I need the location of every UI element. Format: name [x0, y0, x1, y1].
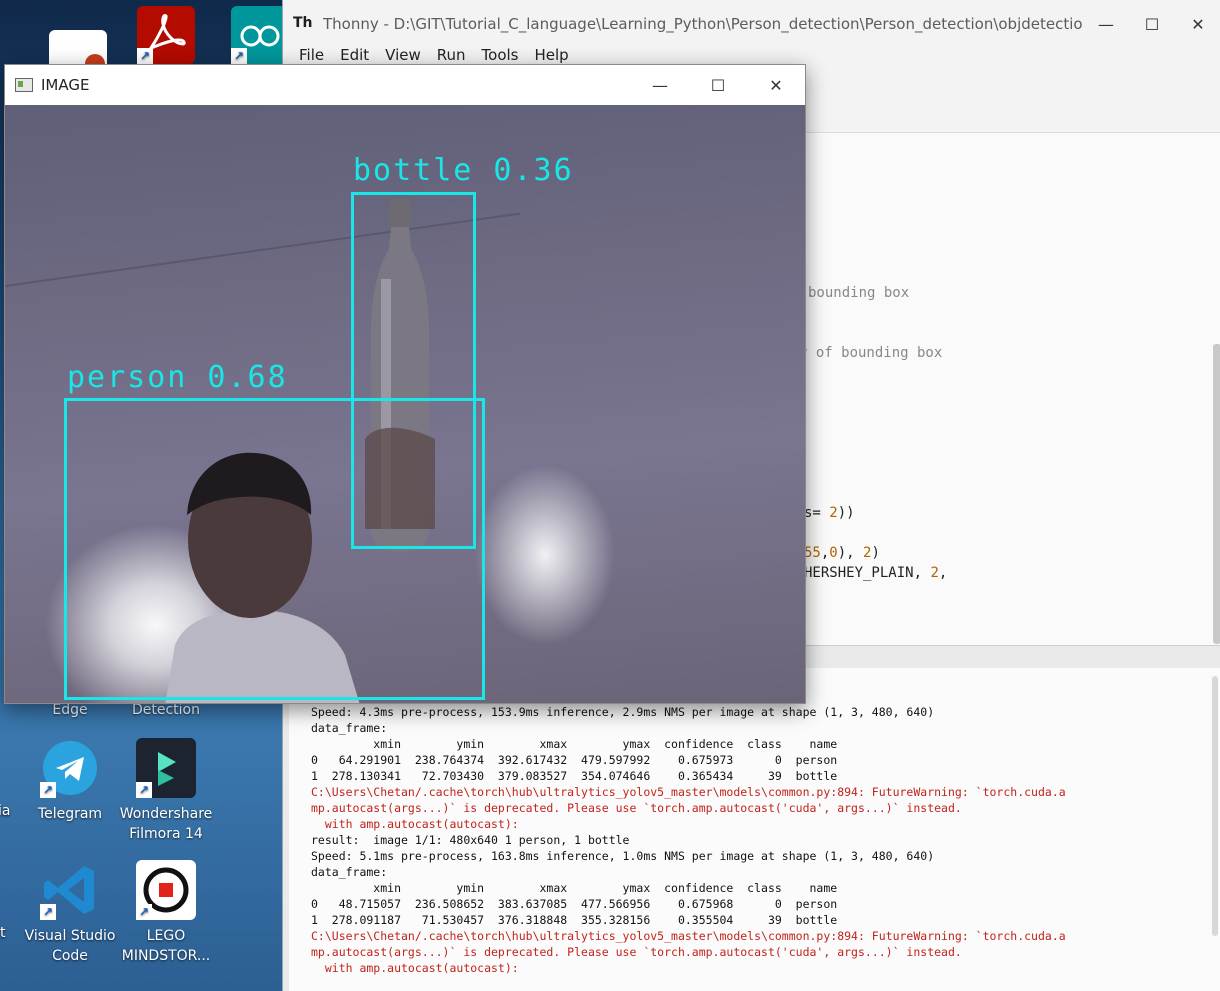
window-controls: — ☐ ✕ [631, 65, 805, 105]
code-number: 55 [804, 545, 821, 561]
menu-bar: File Edit View Run Tools Help [291, 44, 577, 66]
menu-help[interactable]: Help [527, 44, 577, 66]
minimize-button[interactable]: — [1083, 1, 1129, 47]
shell-line: with amp.autocast(autocast): [311, 961, 519, 975]
person-bounding-box [64, 398, 485, 700]
filmora-icon: ↗ [136, 738, 196, 798]
menu-file[interactable]: File [291, 44, 332, 66]
shell-line: 0 64.291901 238.764374 392.617432 479.59… [311, 753, 838, 767]
shortcut-arrow-icon: ↗ [40, 782, 56, 798]
thonny-logo-icon: Th [293, 15, 313, 31]
shell-output: Speed: 4.3ms pre-process, 153.9ms infere… [311, 704, 1066, 976]
window-controls: — ☐ ✕ [1083, 1, 1220, 47]
code-number: 2 [829, 505, 838, 521]
shell-scrollbar[interactable] [1212, 676, 1218, 936]
code-token: HERSHEY_PLAIN, [804, 565, 931, 581]
close-button[interactable]: ✕ [747, 65, 805, 105]
shell-line: 0 48.715057 236.508652 383.637085 477.56… [311, 897, 838, 911]
code-token: ), [837, 545, 864, 561]
editor-scrollbar[interactable] [1213, 344, 1220, 644]
shell-panel[interactable]: Speed: 4.3ms pre-process, 153.9ms infere… [283, 668, 1220, 991]
shortcut-arrow-icon: ↗ [40, 904, 56, 920]
code-line: 55,0), 2) [804, 545, 880, 561]
image-window-title: IMAGE [41, 76, 90, 94]
shortcut-arrow-icon: ↗ [136, 782, 152, 798]
desktop-icon-vscode[interactable]: ↗ Visual Studio Code [22, 860, 118, 966]
menu-tools[interactable]: Tools [474, 44, 527, 66]
shell-line: with amp.autocast(autocast): [311, 817, 519, 831]
shell-line: 1 278.130341 72.703430 379.083527 354.07… [311, 769, 838, 783]
desktop-icon-label: LEGO MINDSTOR... [121, 928, 211, 964]
shell-line: mp.autocast(args...)` is deprecated. Ple… [311, 945, 962, 959]
desktop-edge-label: t [0, 925, 6, 941]
shell-line: C:\Users\Chetan/.cache\torch\hub\ultraly… [311, 929, 1066, 943]
desktop-icon-label: Visual Studio Code [24, 928, 116, 964]
shell-line: data_frame: [311, 721, 388, 735]
code-line: HERSHEY_PLAIN, 2, [804, 565, 947, 581]
desktop-icon-label: Edge [52, 702, 88, 718]
desktop-icon-filmora[interactable]: ↗ Wondershare Filmora 14 [118, 738, 214, 844]
code-number: 2 [930, 565, 939, 581]
menu-run[interactable]: Run [429, 44, 474, 66]
shell-line: 1 278.091187 71.530457 376.318848 355.32… [311, 913, 838, 927]
window-title: Thonny - D:\GIT\Tutorial_C_language\Lear… [323, 15, 1083, 33]
desktop-icon-label: Telegram [37, 806, 103, 822]
shell-line: result: image 1/1: 480x640 1 person, 1 b… [311, 833, 630, 847]
shortcut-arrow-icon: ↗ [136, 904, 152, 920]
arduino-icon: ↗ [231, 6, 289, 64]
thonny-titlebar[interactable]: Th Thonny - D:\GIT\Tutorial_C_language\L… [283, 0, 1220, 48]
code-token: ) [871, 545, 880, 561]
menu-edit[interactable]: Edit [332, 44, 377, 66]
minimize-button[interactable]: — [631, 65, 689, 105]
code-token: , [938, 565, 948, 581]
bottle-detection-label: bottle 0.36 [353, 153, 574, 188]
shell-line: Speed: 4.3ms pre-process, 153.9ms infere… [311, 705, 935, 719]
vscode-icon: ↗ [40, 860, 100, 920]
close-button[interactable]: ✕ [1175, 1, 1220, 47]
shortcut-arrow-icon: ↗ [231, 48, 247, 64]
code-comment: bounding box [808, 285, 910, 301]
shell-line: C:\Users\Chetan/.cache\torch\hub\ultraly… [311, 785, 1066, 799]
maximize-button[interactable]: ☐ [689, 65, 747, 105]
maximize-button[interactable]: ☐ [1129, 1, 1175, 47]
image-window-icon [15, 78, 33, 92]
person-detection-label: person 0.68 [67, 360, 288, 395]
shell-line: mp.autocast(args...)` is deprecated. Ple… [311, 801, 962, 815]
camera-frame: bottle 0.36 person 0.68 [5, 105, 805, 703]
code-number: 0 [829, 545, 838, 561]
shell-line: Speed: 5.1ms pre-process, 163.8ms infere… [311, 849, 935, 863]
image-window: IMAGE — ☐ ✕ bottle 0.36 person 0.68 [4, 64, 806, 704]
shortcut-arrow-icon: ↗ [137, 48, 153, 64]
shell-line: xmin ymin xmax ymax confidence class nam… [311, 881, 838, 895]
shell-line: data_frame: [311, 865, 388, 879]
lego-mindstorms-icon: ↗ [136, 860, 196, 920]
shell-line: xmin ymin xmax ymax confidence class nam… [311, 737, 838, 751]
desktop-icon-label: Detection [131, 702, 200, 718]
code-line: s= 2)) [804, 505, 855, 521]
acrobat-icon: ↗ [137, 6, 195, 64]
desktop-edge-label: ia [0, 803, 11, 819]
desktop-icon-lego-mindstorms[interactable]: ↗ LEGO MINDSTOR... [118, 860, 214, 966]
image-window-titlebar[interactable]: IMAGE — ☐ ✕ [5, 65, 805, 105]
desktop-icon-telegram[interactable]: ↗ Telegram [22, 738, 118, 824]
telegram-icon: ↗ [40, 738, 100, 798]
code-comment: r of bounding box [799, 345, 943, 361]
code-token: s= [804, 505, 830, 521]
desktop-icon-label: Wondershare Filmora 14 [119, 806, 213, 842]
menu-view[interactable]: View [377, 44, 429, 66]
desktop-icon-acrobat[interactable]: ↗ [118, 6, 214, 70]
code-token: )) [837, 505, 855, 521]
